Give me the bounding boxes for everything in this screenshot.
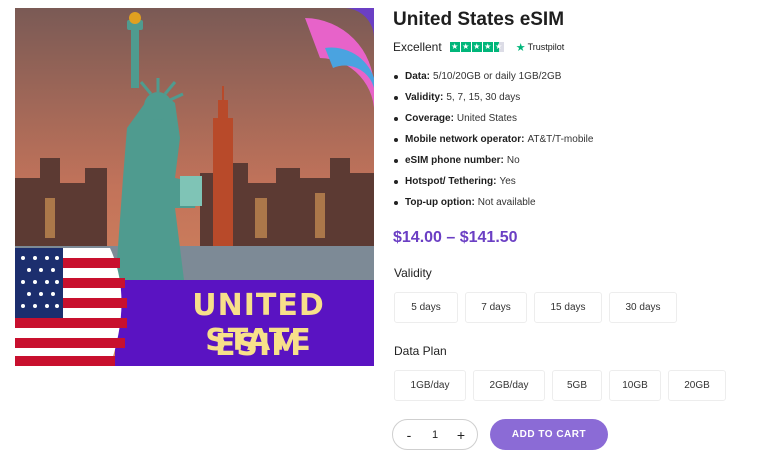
plan-option-5gb[interactable]: 5GB: [552, 370, 602, 401]
feature-item: Data: 5/10/20GB or daily 1GB/2GB: [394, 71, 593, 92]
feature-value: Not available: [477, 197, 536, 208]
us-flag-icon: [15, 248, 127, 366]
trustpilot-logo[interactable]: ★ Trustpilot: [516, 41, 565, 54]
feature-key: Top-up option:: [405, 197, 475, 208]
feature-value: 5, 7, 15, 30 days: [446, 92, 521, 103]
feature-value: United States: [456, 113, 517, 124]
plan-option-2gb-day[interactable]: 2GB/day: [473, 370, 545, 401]
quantity-value[interactable]: 1: [432, 429, 438, 441]
validity-option-7-days[interactable]: 7 days: [465, 292, 527, 323]
plan-option-1gb-day[interactable]: 1GB/day: [394, 370, 466, 401]
data-plan-label: Data Plan: [394, 344, 447, 358]
trustpilot-label: Trustpilot: [527, 42, 565, 52]
validity-options: 5 days 7 days 15 days 30 days: [394, 292, 684, 323]
bullet-icon: [394, 159, 398, 163]
validity-label: Validity: [394, 266, 432, 280]
data-plan-options: 1GB/day 2GB/day 5GB 10GB 20GB: [394, 370, 733, 401]
feature-item: Top-up option: Not available: [394, 197, 593, 218]
feature-item: Coverage: United States: [394, 113, 593, 134]
validity-option-30-days[interactable]: 30 days: [609, 292, 677, 323]
quantity-decrease-button[interactable]: -: [403, 427, 415, 443]
quantity-increase-button[interactable]: +: [455, 427, 467, 443]
image-banner-line2: ESIM: [214, 328, 303, 363]
star-icon: ★: [482, 42, 493, 52]
plan-option-10gb[interactable]: 10GB: [609, 370, 661, 401]
feature-key: eSIM phone number:: [405, 155, 504, 166]
feature-key: Coverage:: [405, 113, 454, 124]
feature-value: No: [506, 155, 520, 166]
feature-value: Yes: [499, 176, 516, 187]
quantity-stepper: - 1 +: [392, 419, 478, 450]
plan-option-20gb[interactable]: 20GB: [668, 370, 726, 401]
star-icon: ★: [460, 42, 471, 52]
bullet-icon: [394, 180, 398, 184]
bullet-icon: [394, 138, 398, 142]
bullet-icon: [394, 75, 398, 79]
price-range: $14.00 – $141.50: [393, 229, 518, 246]
feature-key: Validity:: [405, 92, 444, 103]
feature-item: Validity: 5, 7, 15, 30 days: [394, 92, 593, 113]
star-half-icon: ★: [493, 42, 504, 52]
rating-stars: ★ ★ ★ ★ ★: [449, 42, 504, 52]
validity-option-15-days[interactable]: 15 days: [534, 292, 602, 323]
rating-label: Excellent: [393, 40, 442, 54]
feature-key: Mobile network operator:: [405, 134, 525, 145]
feature-value: AT&T/T-mobile: [527, 134, 594, 145]
product-image[interactable]: UNITED STATE ESIM: [15, 8, 374, 366]
bullet-icon: [394, 117, 398, 121]
star-icon: ★: [449, 42, 460, 52]
feature-item: eSIM phone number: No: [394, 155, 593, 176]
trustpilot-star-icon: ★: [515, 41, 526, 54]
feature-item: Hotspot/ Tethering: Yes: [394, 176, 593, 197]
feature-value: 5/10/20GB or daily 1GB/2GB: [433, 71, 562, 82]
validity-option-5-days[interactable]: 5 days: [394, 292, 458, 323]
add-to-cart-button[interactable]: ADD TO CART: [490, 419, 608, 450]
feature-key: Data:: [405, 71, 431, 82]
bullet-icon: [394, 201, 398, 205]
feature-list: Data: 5/10/20GB or daily 1GB/2GB Validit…: [394, 71, 593, 218]
feature-item: Mobile network operator: AT&T/T-mobile: [394, 134, 593, 155]
star-icon: ★: [471, 42, 482, 52]
bullet-icon: [394, 96, 398, 100]
feature-key: Hotspot/ Tethering:: [405, 176, 497, 187]
rating-row: Excellent ★ ★ ★ ★ ★ ★ Trustpilot: [393, 40, 564, 54]
product-title: United States eSIM: [393, 9, 565, 30]
